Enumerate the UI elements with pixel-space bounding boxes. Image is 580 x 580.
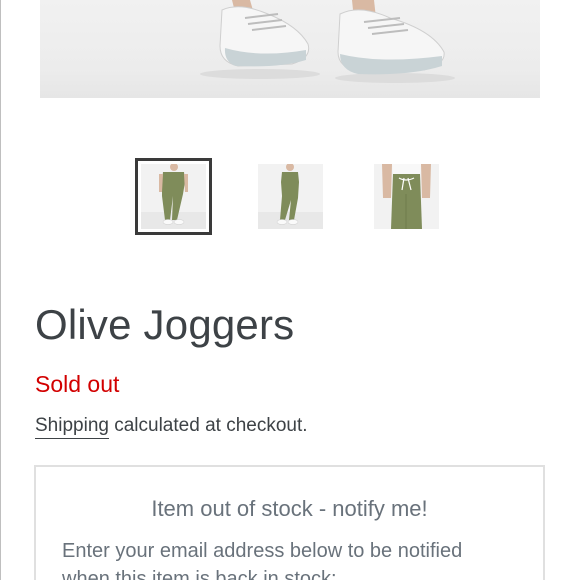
notify-description: Enter your email address below to be not… <box>62 540 463 580</box>
sold-out-label: Sold out <box>35 371 120 397</box>
notify-me-box: Item out of stock - notify me! Enter you… <box>34 465 545 580</box>
notify-title: Item out of stock - notify me! <box>151 496 428 521</box>
thumbnail-image <box>258 164 323 229</box>
main-product-image[interactable] <box>40 0 540 98</box>
product-title: Olive Joggers <box>35 301 295 348</box>
shipping-text: calculated at checkout. <box>108 415 308 436</box>
thumbnail-3[interactable] <box>374 158 451 235</box>
thumbnail-image <box>374 164 439 229</box>
thumbnail-image <box>141 164 206 229</box>
thumbnail-2[interactable] <box>258 158 335 235</box>
left-border <box>0 0 1 580</box>
product-page: Olive Joggers Sold out Shipping calculat… <box>0 0 580 580</box>
sneakers-image <box>200 0 455 83</box>
shipping-link[interactable]: Shipping <box>35 415 109 439</box>
shipping-info: Shipping calculated at checkout. <box>35 412 308 440</box>
thumbnail-1[interactable] <box>135 158 212 235</box>
